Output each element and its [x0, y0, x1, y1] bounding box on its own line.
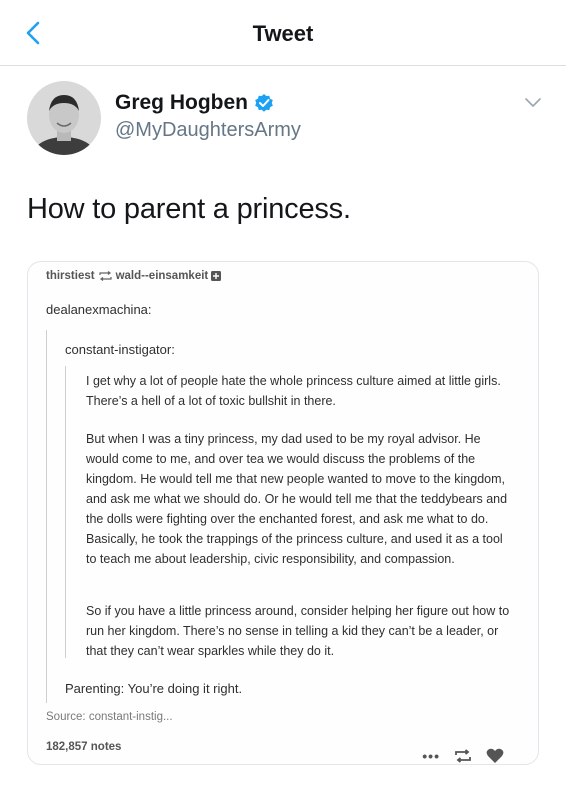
author-handle[interactable]: @MyDaughtersArmy — [115, 119, 301, 142]
tweet-text: How to parent a princess. — [27, 193, 351, 225]
reblogger-name: thirstiest — [46, 270, 95, 282]
post-paragraph: But when I was a tiny princess, my dad u… — [86, 432, 508, 566]
post-paragraph: So if you have a little princess around,… — [86, 604, 510, 658]
reblog-username: dealanexmachina: — [46, 302, 152, 317]
post-actions: ••• — [422, 748, 504, 764]
avatar[interactable] — [27, 81, 101, 155]
reblog-quote-inner: I get why a lot of people hate the whole… — [65, 366, 520, 658]
heart-icon — [486, 748, 504, 763]
more-icon: ••• — [422, 748, 440, 764]
notes-count: 182,857 notes — [46, 741, 122, 753]
reblog-icon — [98, 271, 112, 281]
chevron-down-icon[interactable] — [524, 97, 542, 109]
author-name-row: Greg Hogben — [115, 91, 274, 115]
follow-plus-icon — [211, 271, 222, 281]
author-name[interactable]: Greg Hogben — [115, 91, 248, 115]
tumblr-screenshot-image[interactable]: thirstiest wald--einsamkeit dealanexmach… — [27, 261, 539, 765]
page-title: Tweet — [252, 21, 314, 46]
original-username: constant-instigator: — [65, 342, 175, 357]
reblog-action-icon — [455, 749, 471, 763]
reblog-comment: Parenting: You’re doing it right. — [65, 681, 243, 696]
source-blog-name: wald--einsamkeit — [115, 270, 209, 282]
post-paragraph: I get why a lot of people hate the whole… — [86, 374, 501, 408]
top-nav-bar: Tweet — [0, 0, 566, 66]
verified-badge-icon — [255, 94, 273, 112]
reblog-quote-outer: constant-instigator: I get why a lot of … — [46, 330, 527, 703]
reblog-line: thirstiest wald--einsamkeit — [46, 270, 222, 282]
post-source: Source: constant-instig... — [46, 711, 173, 723]
